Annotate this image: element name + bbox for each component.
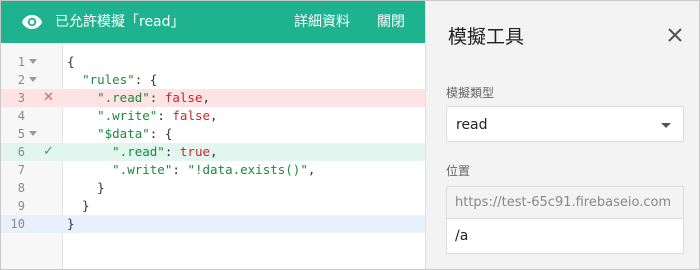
code-line[interactable]: 1{ bbox=[1, 53, 425, 71]
close-banner-button[interactable]: 關閉 bbox=[377, 13, 405, 31]
simulation-type-select[interactable]: read bbox=[446, 106, 684, 142]
code-text: } bbox=[67, 180, 105, 195]
location-label: 位置 bbox=[446, 164, 471, 178]
close-icon: ✕ bbox=[43, 90, 54, 105]
code-line[interactable]: 10} bbox=[1, 215, 425, 233]
code-line[interactable]: 5 "$data": { bbox=[1, 125, 425, 143]
simulation-status-text: 已允許模擬「read」 bbox=[55, 14, 185, 30]
code-line[interactable]: 4 ".write": false, bbox=[1, 107, 425, 125]
line-number: 9 bbox=[17, 199, 25, 213]
code-text: { bbox=[67, 54, 75, 69]
line-number: 3 bbox=[17, 91, 25, 105]
code-text: ".read": false, bbox=[97, 90, 211, 105]
fold-toggle-icon[interactable] bbox=[29, 59, 37, 64]
eye-icon bbox=[21, 15, 43, 29]
simulation-type-value: read bbox=[456, 117, 488, 133]
simulator-window: 已允許模擬「read」 詳細資料 關閉 1{2 "rules": {3 ✕ ".r… bbox=[0, 0, 700, 270]
line-number: 1 bbox=[17, 55, 25, 69]
code-line[interactable]: 8 } bbox=[1, 179, 425, 197]
code-text: "$data": { bbox=[97, 126, 173, 141]
code-line[interactable]: 9 } bbox=[1, 197, 425, 215]
code-text: } bbox=[67, 216, 75, 231]
simulation-type-label: 模擬類型 bbox=[446, 86, 495, 100]
code-text: } bbox=[67, 198, 90, 213]
database-url-text: https://test-65c91.firebaseio.com bbox=[455, 195, 672, 210]
line-number: 7 bbox=[17, 163, 25, 177]
close-icon[interactable] bbox=[666, 26, 684, 44]
line-number: 5 bbox=[17, 127, 25, 141]
line-number: 8 bbox=[17, 181, 25, 195]
line-number: 2 bbox=[17, 73, 25, 87]
location-path-input[interactable] bbox=[446, 218, 684, 254]
code-text: ".read": true, bbox=[112, 144, 218, 159]
check-icon: ✓ bbox=[43, 144, 54, 159]
panel-title: 模擬工具 bbox=[448, 26, 525, 48]
line-number: 10 bbox=[10, 217, 25, 231]
code-text: ".write": false, bbox=[97, 108, 218, 123]
database-url-prefix: https://test-65c91.firebaseio.com bbox=[446, 186, 684, 218]
chevron-down-icon bbox=[661, 123, 671, 128]
code-text: ".write": "!data.exists()", bbox=[112, 162, 316, 177]
code-line[interactable]: 2 "rules": { bbox=[1, 71, 425, 89]
line-number: 4 bbox=[17, 109, 25, 123]
simulation-result-banner: 已允許模擬「read」 詳細資料 關閉 bbox=[1, 1, 425, 43]
code-text: "rules": { bbox=[82, 72, 158, 87]
rules-code-editor[interactable]: 1{2 "rules": {3 ✕ ".read": false, 4 ".writ… bbox=[1, 43, 425, 269]
line-number: 6 bbox=[17, 145, 25, 159]
fold-toggle-icon[interactable] bbox=[29, 131, 37, 136]
fold-toggle-icon[interactable] bbox=[29, 77, 37, 82]
code-line[interactable]: 6 ✓ ".read": true, bbox=[1, 143, 425, 161]
code-line[interactable]: 7 ".write": "!data.exists()", bbox=[1, 161, 425, 179]
code-line[interactable]: 3 ✕ ".read": false, bbox=[1, 89, 425, 107]
simulator-panel: 模擬工具 模擬類型 read 位置 https://test-65c91.fir… bbox=[425, 1, 699, 269]
details-button[interactable]: 詳細資料 bbox=[294, 13, 350, 31]
